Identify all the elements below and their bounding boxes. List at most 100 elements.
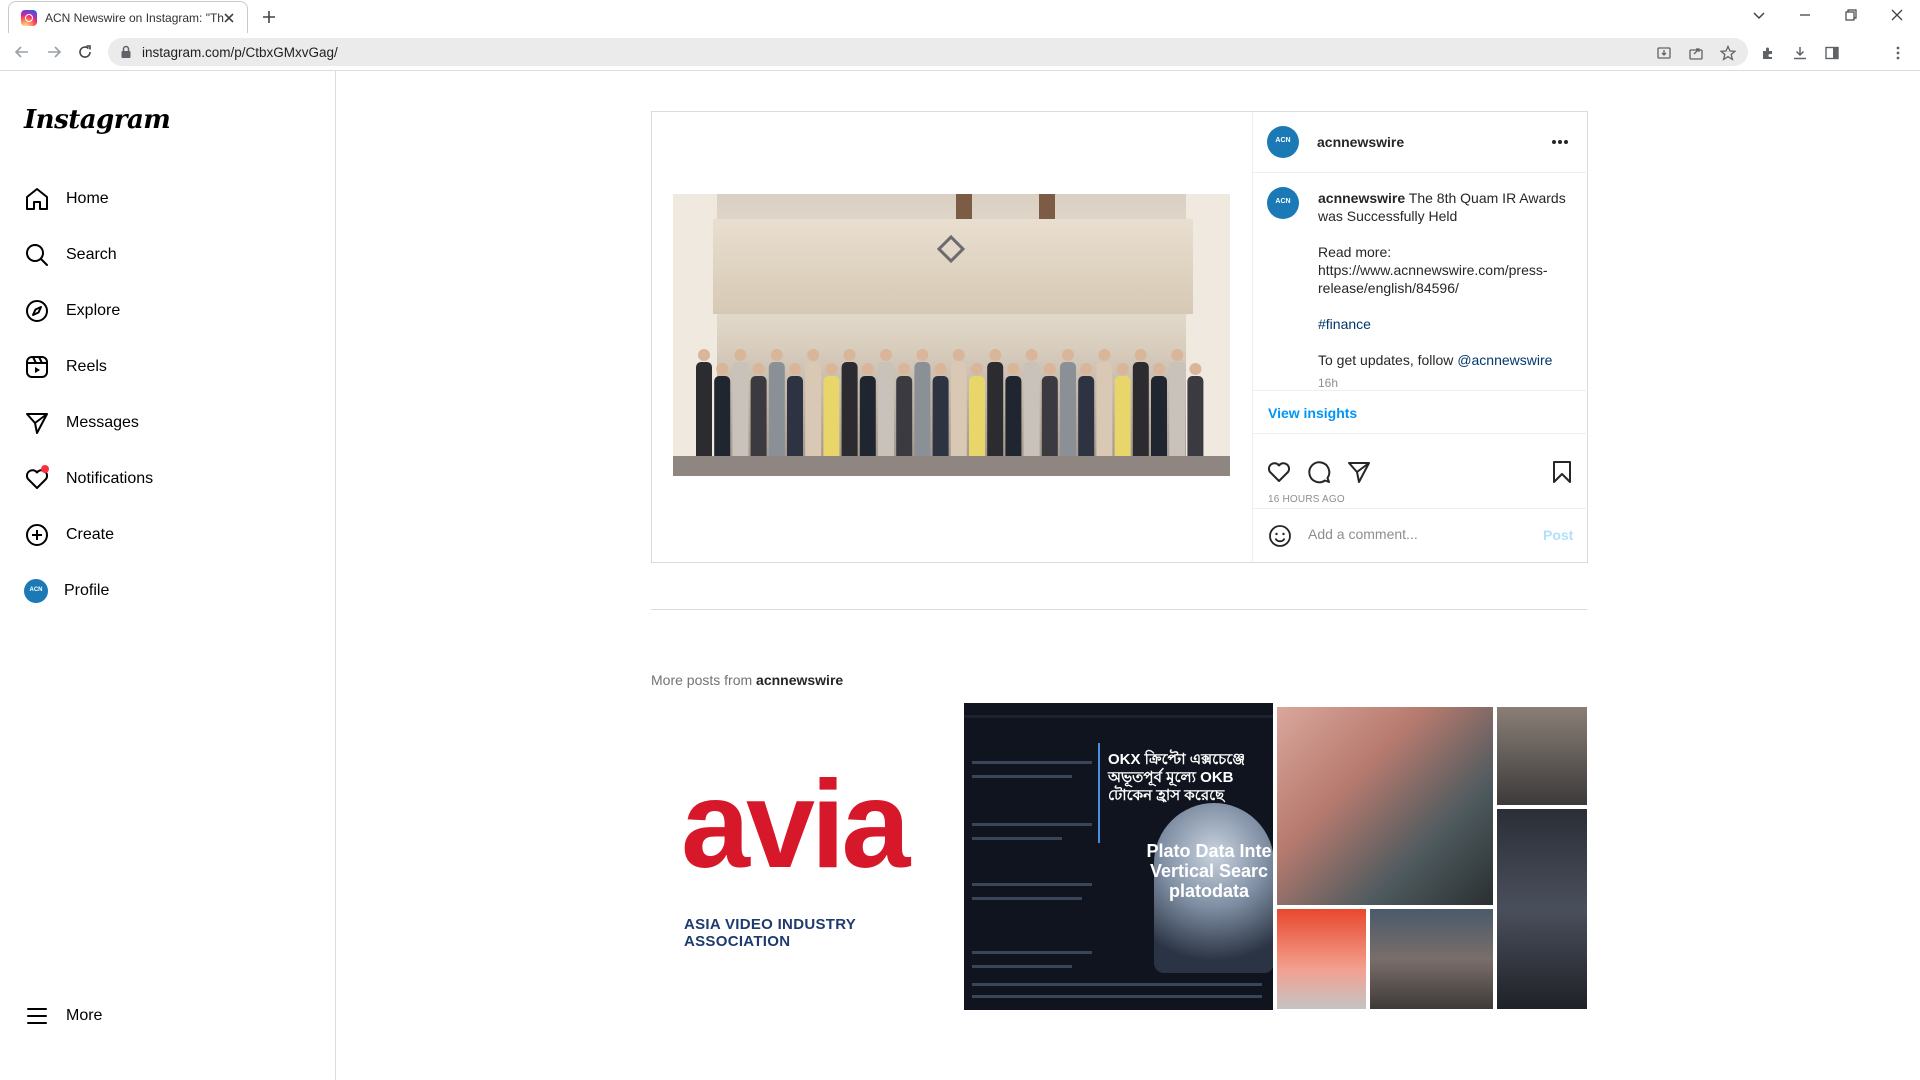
crowd-person-head [734,349,747,361]
comment-icon[interactable] [1306,459,1332,485]
crowd-person-head [789,363,801,375]
like-icon[interactable] [1266,459,1292,485]
sidebar-item-label: Notifications [66,470,154,487]
caption-username[interactable]: acnnewswire [1318,190,1405,206]
sidebar-item-explore[interactable]: Explore [24,295,120,327]
crowd-person-body [750,376,767,462]
forward-icon[interactable] [46,44,62,60]
sidebar-item-messages[interactable]: Messages [24,407,139,439]
sidebar-item-label: Create [66,526,115,543]
sidebar-item-label: Search [66,246,117,263]
share-icon[interactable] [1688,45,1704,61]
more-post-tile-avia[interactable]: avia ASIA VIDEO INDUSTRY ASSOCIATION [651,703,960,1010]
crowd-person-head [880,349,892,361]
sidebar-item-reels[interactable]: Reels [24,351,107,383]
caption-time: 16h [1318,376,1339,390]
collage-photo-group [1370,909,1493,1009]
crowd-person-body [732,362,749,462]
crowd-person-body [1132,362,1149,462]
install-app-icon[interactable] [1656,45,1672,61]
plus-square-icon [26,524,48,546]
crowd-person-head [934,363,947,375]
tile-text-line [972,883,1092,886]
close-tab-icon[interactable] [221,10,237,26]
avatar [24,579,48,603]
crowd-person-head [1153,363,1165,375]
crowd-person-head [807,349,820,361]
downloads-icon[interactable] [1792,45,1808,61]
sidebar-item-label: Home [66,190,109,207]
crowd-person-head [1098,349,1111,361]
hashtag-link[interactable]: #finance [1318,316,1371,332]
sidebar-item-more[interactable]: More [24,1000,102,1032]
sidebar-item-home[interactable]: Home [24,183,109,215]
crowd-person-body [969,376,985,462]
share-icon[interactable] [1346,459,1372,485]
avatar[interactable] [1267,187,1299,219]
notification-badge [41,465,49,473]
crowd-person-body [1187,376,1204,462]
avia-logo-word: avia [681,756,910,894]
sidebar-item-create[interactable]: Create [24,519,114,551]
crowd-person-body [878,362,894,462]
sidebar-item-search[interactable]: Search [24,239,117,271]
post-username[interactable]: acnnewswire [1317,134,1404,150]
more-post-tile-collage[interactable] [1277,703,1587,1010]
post-comment-button[interactable]: Post [1543,527,1573,543]
crowd-person-body [896,376,913,462]
sidebar-item-label: Reels [66,358,107,375]
photo-crowd [696,349,1204,462]
crowd-person-body [987,362,1004,462]
read-more-url[interactable]: https://www.acnnewswire.com/press-releas… [1318,262,1548,296]
avatar[interactable] [1267,126,1299,158]
tile-bangla-headline: OKX ক্রিপ্টো এক্সচেঞ্জে অভূতপূর্ব মূল্যে… [1108,751,1246,804]
instagram-logo[interactable]: Instagram [24,105,171,135]
collage-photo-booth [1497,809,1587,1009]
bookmark-star-icon[interactable] [1720,45,1736,61]
comment-row: Post [1253,508,1588,562]
more-posts-heading: More posts from acnnewswire [651,672,843,688]
crowd-person-head [1116,363,1129,375]
compass-icon [26,300,48,322]
avia-logo-subtitle: ASIA VIDEO INDUSTRY ASSOCIATION [684,916,856,950]
browser-menu-icon[interactable] [1890,45,1906,61]
crowd-person-head [716,363,729,375]
back-icon[interactable] [14,44,30,60]
crowd-person-head [1025,349,1038,361]
close-window-icon[interactable] [1888,6,1906,24]
address-bar[interactable]: instagram.com/p/CtbxGMxvGag/ [108,38,1748,66]
crowd-person-head [1043,363,1056,375]
emoji-icon[interactable] [1268,524,1292,548]
browser-tab[interactable]: ACN Newswire on Instagram: "Th [8,1,248,33]
sidebar-item-label: Messages [66,414,139,431]
view-insights-link[interactable]: View insights [1268,405,1357,421]
crowd-person-body [1151,376,1167,462]
extensions-icon[interactable] [1760,45,1776,61]
lock-icon[interactable] [120,45,132,59]
minimize-icon[interactable] [1796,6,1814,24]
follow-text: To get updates, follow [1318,352,1454,368]
mention-link[interactable]: @acnnewswire [1457,352,1552,368]
crowd-person-body [768,362,785,462]
post-side-panel: acnnewswire acnnewswire The 8th Quam IR … [1252,112,1588,562]
side-panel-icon[interactable] [1824,45,1840,61]
tile-plato-text: Plato Data Inte Vertical Searc platodata [1146,841,1272,901]
reload-icon[interactable] [77,44,93,60]
crowd-person-body [1169,362,1186,462]
photo-backdrop [713,219,1193,314]
sidebar-item-profile[interactable]: Profile [24,575,109,607]
restore-icon[interactable] [1842,6,1860,24]
more-options-icon[interactable] [1551,139,1569,145]
crowd-person-body [1041,376,1058,462]
sidebar-item-notifications[interactable]: Notifications [24,463,153,495]
crowd-person-head [825,363,838,375]
new-tab-icon[interactable] [260,8,278,26]
tab-search-chevron-icon[interactable] [1750,6,1768,24]
more-post-tile-plato[interactable]: OKX ক্রিপ্টো এক্সচেঞ্জে অভূতপূর্ব মূল্যে… [964,703,1273,1010]
post-photo[interactable] [673,194,1230,476]
url-text: instagram.com/p/CtbxGMxvGag/ [142,45,338,60]
more-posts-username[interactable]: acnnewswire [756,672,843,688]
post-caption: acnnewswire The 8th Quam IR Awards was S… [1318,189,1568,390]
comment-input[interactable] [1308,526,1528,542]
save-bookmark-icon[interactable] [1549,459,1575,485]
